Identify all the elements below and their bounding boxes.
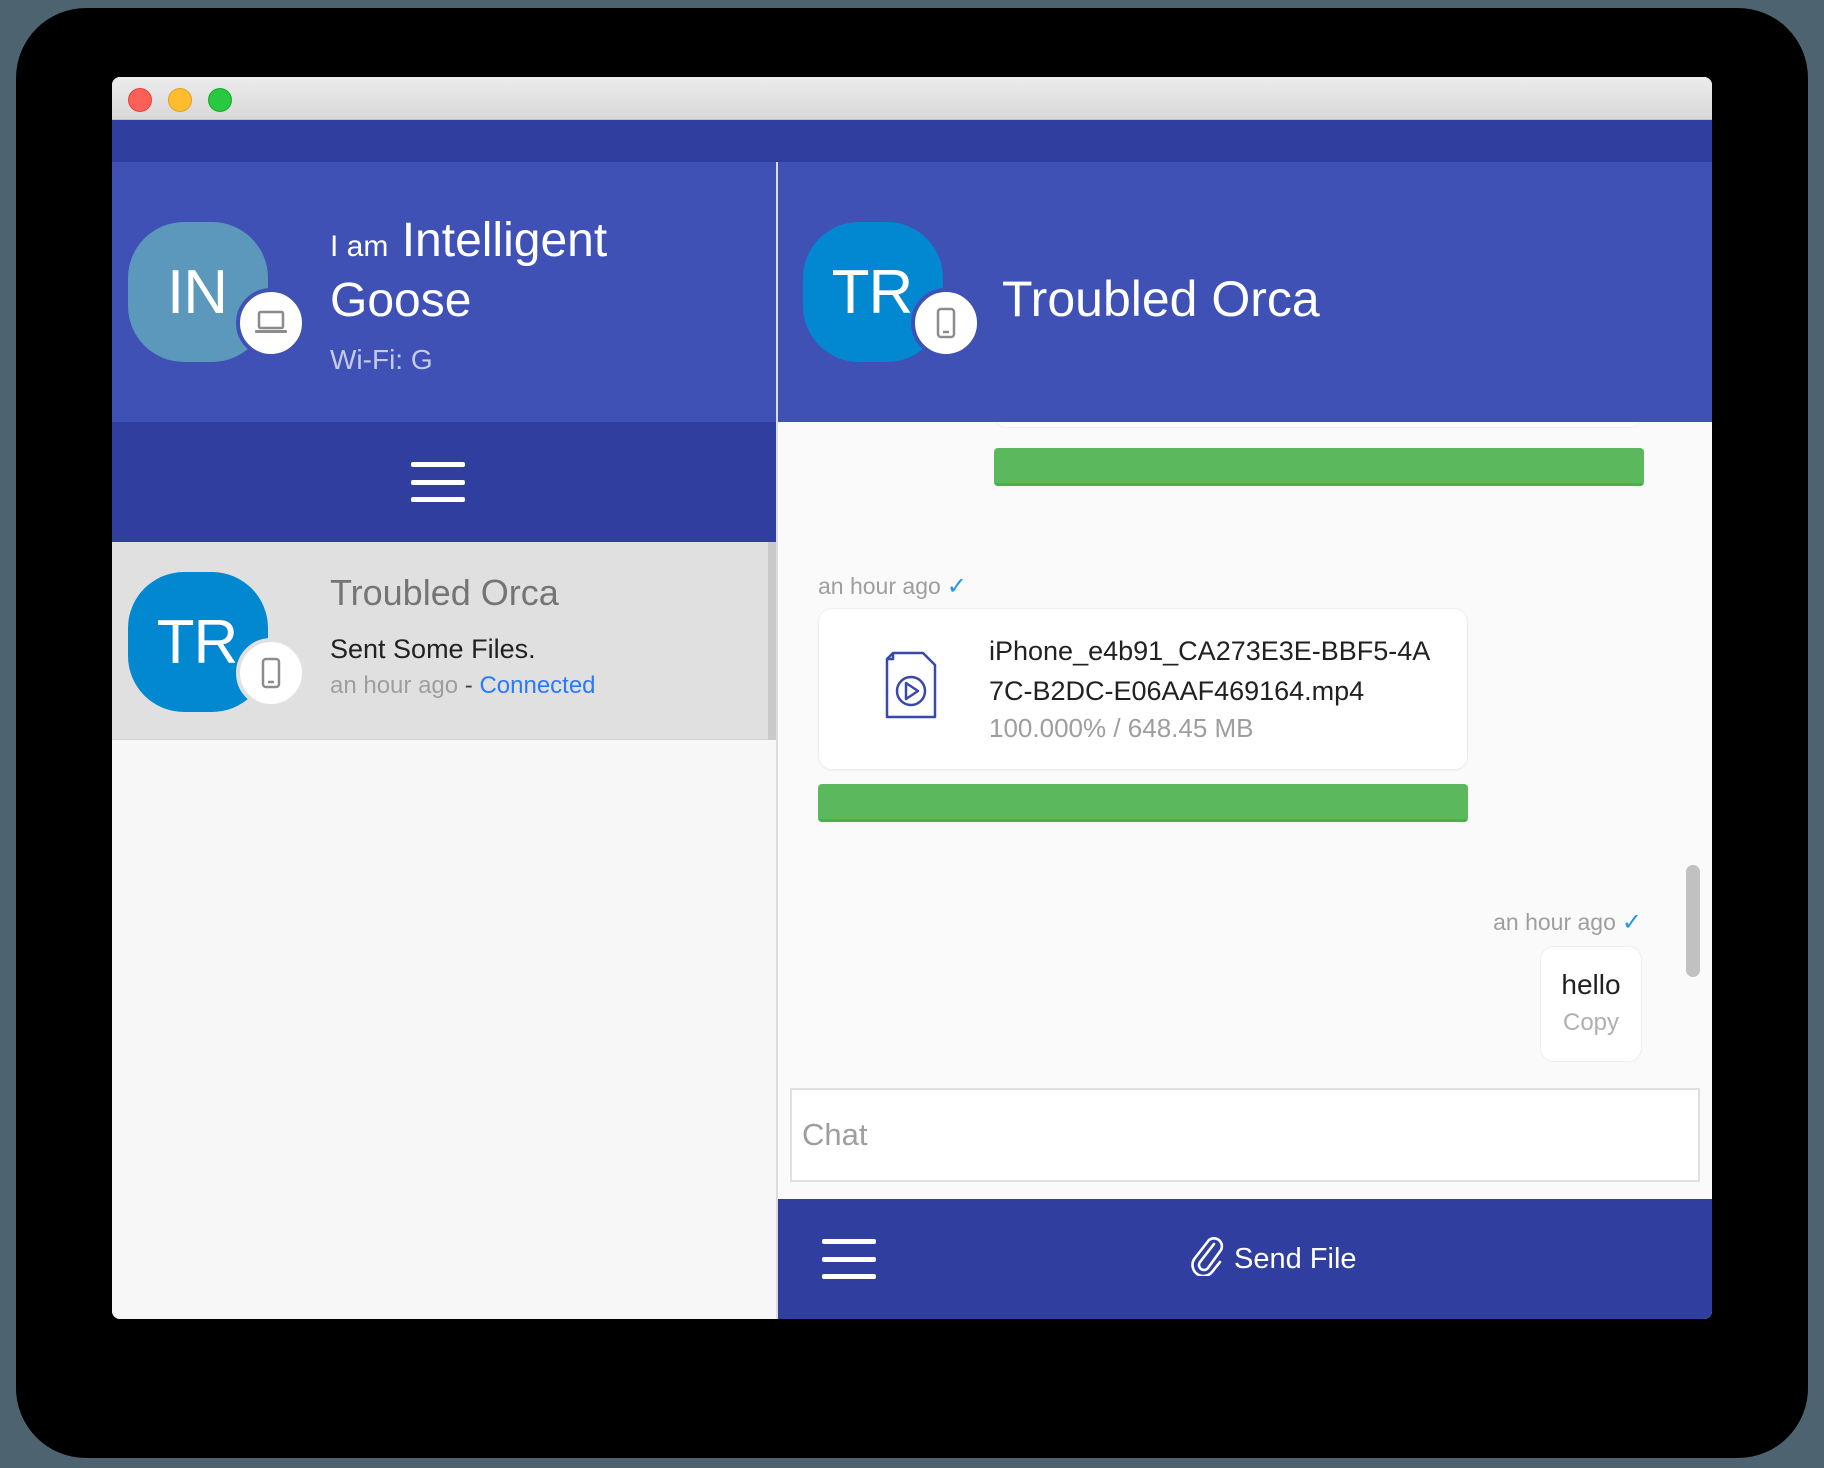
sidebar-menu-bar <box>112 422 776 542</box>
copy-button[interactable]: Copy <box>1541 1009 1641 1037</box>
check-icon: ✓ <box>1621 909 1642 936</box>
file-name: iPhone_e4b91_CA273E3E-BBF5-4A7C-B2DC-E06… <box>989 636 1431 706</box>
peer-list-item[interactable]: TR Troubled Orca Sent Some Files. an hou… <box>112 542 768 740</box>
send-file-label: Send File <box>1234 1242 1357 1275</box>
zoom-window-button[interactable] <box>208 88 232 112</box>
app-top-strip <box>112 120 1712 162</box>
peer-list-scrollbar[interactable] <box>768 542 776 740</box>
message-text: hello <box>1561 969 1621 1000</box>
chat-input[interactable] <box>790 1088 1700 1182</box>
message-timestamp: an hour ago ✓ <box>1493 909 1642 936</box>
message-list-scrollbar[interactable] <box>1686 865 1700 977</box>
transfer-progress-fill <box>818 784 1468 822</box>
network-label: Wi-Fi: G <box>330 344 433 375</box>
phone-icon <box>911 288 981 358</box>
peer-meta: an hour ago - Connected <box>330 672 596 700</box>
check-icon: ✓ <box>946 573 967 600</box>
title-bar <box>112 77 1712 120</box>
message-list: an hour ago ✓ iPhone_e4b91_CA273E3E-BBF5-… <box>778 422 1712 1082</box>
chat-peer-name: Troubled Orca <box>1002 271 1320 327</box>
peer-time: an hour ago <box>330 672 459 699</box>
video-file-icon <box>883 649 939 726</box>
transfer-progress-fill <box>994 448 1644 486</box>
minimize-window-button[interactable] <box>168 88 192 112</box>
chat-header: TR Troubled Orca <box>778 162 1712 422</box>
file-message-card-partial <box>994 422 1642 428</box>
transfer-progress-bar <box>994 448 1644 486</box>
my-name-prefix: I am <box>330 230 389 263</box>
laptop-icon <box>236 288 306 358</box>
peer-status: Connected <box>479 672 596 699</box>
app-window: IN I am Intelligent Goose Wi-Fi: G TR Tr… <box>112 77 1712 1319</box>
my-profile-header: IN I am Intelligent Goose Wi-Fi: G <box>112 162 776 422</box>
chat-pane: TR Troubled Orca an hour ago ✓ iPhone_e4… <box>778 162 1712 1319</box>
close-window-button[interactable] <box>128 88 152 112</box>
file-progress-text: 100.000% / 648.45 MB <box>989 713 1254 743</box>
file-message-card[interactable]: iPhone_e4b91_CA273E3E-BBF5-4A7C-B2DC-E06… <box>818 608 1468 770</box>
peer-last-message: Sent Some Files. <box>330 634 536 664</box>
chat-action-bar: Send File <box>778 1199 1712 1319</box>
hamburger-icon[interactable] <box>411 462 465 502</box>
peer-name: Troubled Orca <box>330 572 559 613</box>
send-file-button[interactable]: Send File <box>1190 1233 1357 1285</box>
paperclip-icon <box>1190 1234 1226 1284</box>
text-message-bubble: hello Copy <box>1540 946 1642 1062</box>
hamburger-icon[interactable] <box>822 1239 876 1279</box>
sidebar: IN I am Intelligent Goose Wi-Fi: G TR Tr… <box>112 162 776 1319</box>
message-timestamp: an hour ago ✓ <box>818 573 967 600</box>
my-device-name: I am Intelligent Goose <box>330 214 750 328</box>
peer-meta-separator: - <box>458 672 480 699</box>
transfer-progress-bar <box>818 784 1468 822</box>
phone-icon <box>236 638 306 708</box>
